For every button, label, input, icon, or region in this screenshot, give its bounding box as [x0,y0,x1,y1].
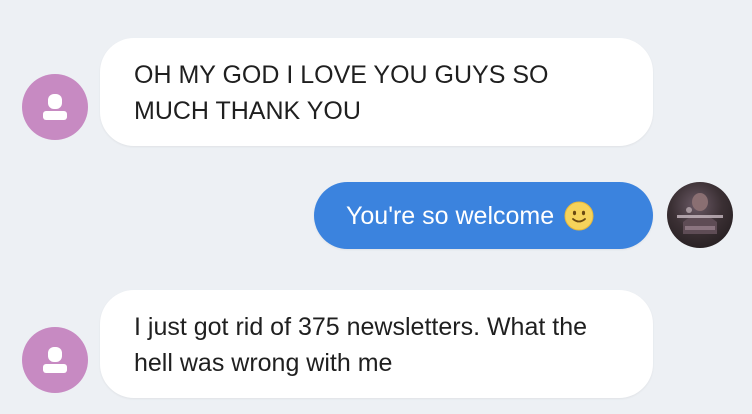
generic-user-icon [43,94,67,120]
avatar[interactable] [22,74,88,140]
message-bubble[interactable]: You're so welcome [314,182,653,249]
user-photo [677,193,723,234]
avatar[interactable] [22,327,88,393]
chat-thread: OH MY GOD I LOVE YOU GUYS SO MUCH THANK … [0,0,752,414]
message-text: OH MY GOD I LOVE YOU GUYS SO MUCH THANK … [134,61,549,125]
message-bubble[interactable]: I just got rid of 375 newsletters. What … [100,290,653,398]
smiling-face-icon [564,201,594,231]
message-bubble[interactable]: OH MY GOD I LOVE YOU GUYS SO MUCH THANK … [100,38,653,146]
avatar[interactable] [667,182,733,248]
message-row-incoming: I just got rid of 375 newsletters. What … [0,280,752,414]
message-row-incoming: OH MY GOD I LOVE YOU GUYS SO MUCH THANK … [0,0,752,160]
generic-user-icon [43,347,67,373]
message-text: You're so welcome [346,201,555,230]
message-row-outgoing: You're so welcome [0,160,752,280]
message-text: I just got rid of 375 newsletters. What … [134,313,588,377]
